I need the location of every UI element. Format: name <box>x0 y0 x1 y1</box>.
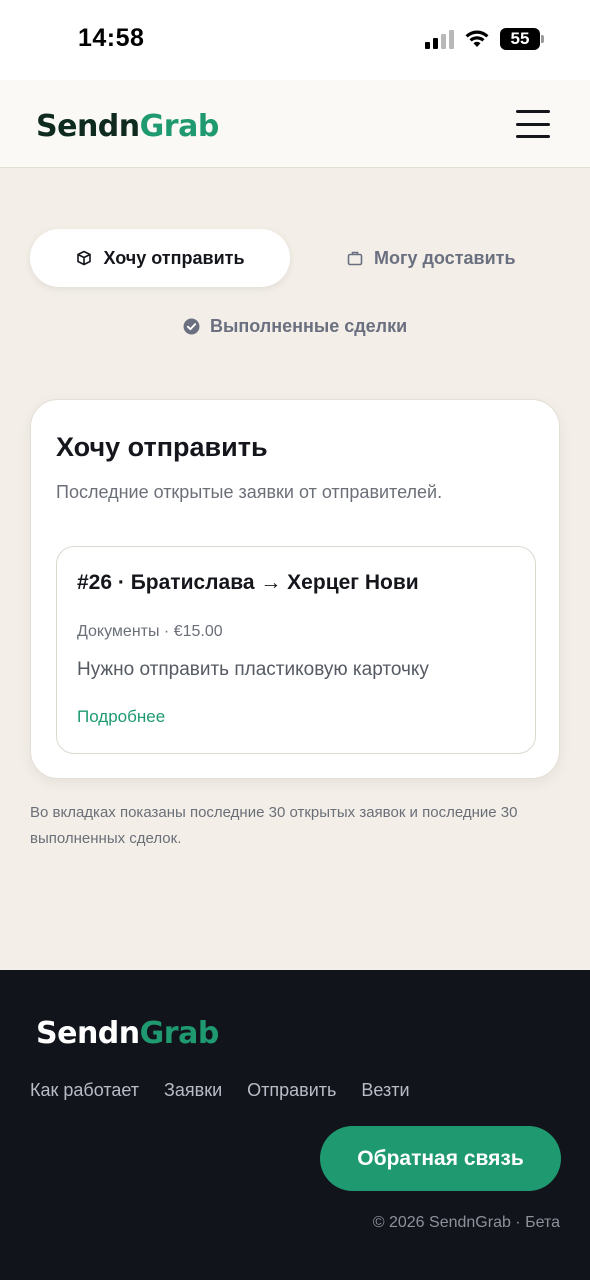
footer-link-carry[interactable]: Везти <box>361 1080 409 1101</box>
logo-part-1: Sendn <box>36 1016 140 1051</box>
status-bar: 14:58 55 <box>0 0 590 80</box>
box-icon <box>75 249 93 267</box>
tab-label: Выполненные сделки <box>210 315 408 336</box>
site-header: SendnGrab <box>0 80 590 168</box>
check-circle-icon <box>182 317 200 335</box>
bag-icon <box>346 249 364 267</box>
footer-logo[interactable]: SendnGrab <box>36 1016 219 1051</box>
site-footer: SendnGrab Как работает Заявки Отправить … <box>0 970 590 1280</box>
status-icons: 55 <box>425 28 544 50</box>
menu-icon[interactable] <box>516 110 550 138</box>
order-card[interactable]: #26 · Братислава → Херцег Нови Документы… <box>56 546 536 754</box>
logo-part-2: Grab <box>139 1016 220 1051</box>
footer-nav: Как работает Заявки Отправить Везти <box>30 1080 410 1101</box>
battery-icon: 55 <box>500 28 544 50</box>
order-title: #26 · Братислава → Херцег Нови <box>77 571 419 594</box>
order-description: Нужно отправить пластиковую карточку <box>77 659 429 680</box>
feedback-button[interactable]: Обратная связь <box>320 1126 561 1191</box>
logo-part-2: Grab <box>139 109 220 144</box>
logo[interactable]: SendnGrab <box>36 109 219 144</box>
footer-link-requests[interactable]: Заявки <box>164 1080 222 1101</box>
order-details-link[interactable]: Подробнее <box>77 707 165 727</box>
tab-label: Могу доставить <box>374 247 516 268</box>
copyright: © 2026 SendnGrab · Бета <box>372 1214 560 1231</box>
logo-part-1: Sendn <box>36 109 140 144</box>
tab-label: Хочу отправить <box>103 247 245 268</box>
footer-link-how-it-works[interactable]: Как работает <box>30 1080 139 1101</box>
requests-card: Хочу отправить Последние открытые заявки… <box>30 399 560 779</box>
signal-icon <box>425 29 454 49</box>
tab-want-send[interactable]: Хочу отправить <box>30 229 290 287</box>
card-title: Хочу отправить <box>56 432 268 462</box>
footer-link-send[interactable]: Отправить <box>247 1080 336 1101</box>
tab-can-deliver[interactable]: Могу доставить <box>346 229 516 287</box>
tab-completed-deals[interactable]: Выполненные сделки <box>182 297 407 355</box>
wifi-icon <box>465 30 489 47</box>
status-time: 14:58 <box>78 24 145 52</box>
order-meta: Документы · €15.00 <box>77 623 223 640</box>
card-subtitle: Последние открытые заявки от отправителе… <box>56 482 443 502</box>
tabs-note: Во вкладках показаны последние 30 открыт… <box>30 804 518 847</box>
